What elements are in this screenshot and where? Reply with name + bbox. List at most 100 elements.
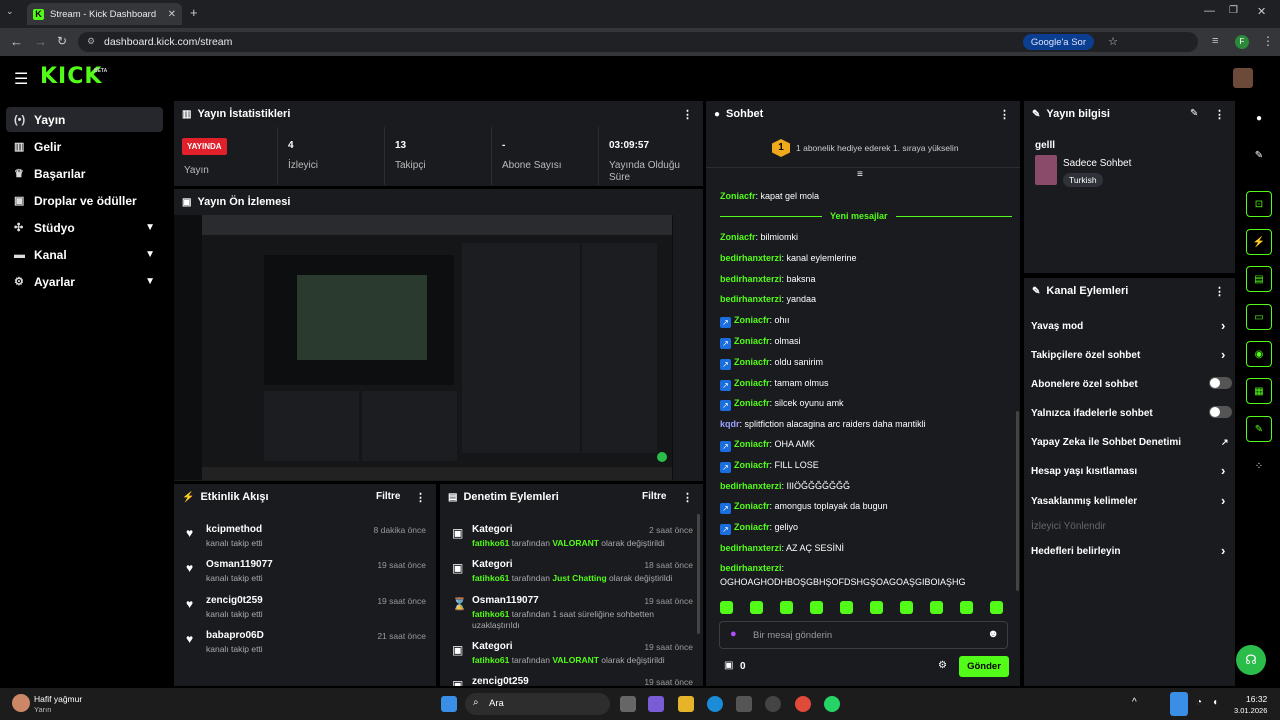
toggle-switch[interactable] — [1209, 406, 1232, 418]
gift-icon[interactable]: ▣ — [724, 660, 733, 671]
activity-user[interactable]: babapro06D — [206, 630, 264, 641]
chat-username[interactable]: Zoniacfr — [734, 398, 770, 408]
sidebar-item-gelir[interactable]: ▥ Gelir — [6, 134, 163, 159]
chat-username[interactable]: bedirhanxterzi — [720, 294, 782, 304]
sidebar-item-yayin[interactable]: (•) Yayın — [6, 107, 163, 132]
scrollbar[interactable] — [697, 514, 700, 634]
whatsapp-icon[interactable] — [824, 696, 840, 712]
emote-icon[interactable] — [930, 601, 943, 614]
send-button[interactable]: Gönder — [959, 656, 1009, 677]
activity-user[interactable]: zencig0t259 — [206, 595, 263, 606]
chat-username[interactable]: Zoniacfr — [734, 315, 770, 325]
minimize-icon[interactable]: — — [1204, 5, 1215, 17]
site-info-icon[interactable]: ⚙ — [87, 36, 95, 47]
new-tab-icon[interactable]: + — [190, 5, 198, 20]
wrench-icon[interactable]: ✎ — [1246, 416, 1272, 442]
emoji-icon[interactable]: ☻ — [987, 628, 999, 640]
taskbar-search[interactable]: ⌕ Ara — [465, 693, 610, 715]
action-banned-words[interactable]: Yasaklanmış kelimeler › — [1031, 493, 1231, 508]
emote-icon[interactable] — [960, 601, 973, 614]
chat-username[interactable]: bedirhanxterzi — [720, 481, 782, 491]
wifi-icon[interactable]: ◔ — [1196, 697, 1202, 708]
sidebar-item-basarilar[interactable]: ♛ Başarılar — [6, 161, 163, 186]
chat-username[interactable]: Zoniacfr — [734, 378, 770, 388]
tab-search-icon[interactable]: ⌄ — [6, 6, 14, 17]
action-followers-only[interactable]: Takipçilere özel sohbet › — [1031, 347, 1231, 362]
chat-username[interactable]: kqdr — [720, 419, 740, 429]
more-options-icon[interactable]: ⋮ — [1214, 285, 1225, 298]
moderation-filter-button[interactable]: Filtre — [642, 491, 666, 502]
chat-settings-icon[interactable]: ⚙ — [938, 660, 947, 671]
more-options-icon[interactable]: ⋮ — [999, 108, 1010, 121]
chrome-icon[interactable] — [795, 696, 811, 712]
edge-icon[interactable] — [707, 696, 723, 712]
live-icon[interactable]: ◉ — [1246, 341, 1272, 367]
mic-icon[interactable]: ● — [730, 628, 737, 640]
layout-icon[interactable]: ▦ — [1246, 378, 1272, 404]
sidebar-item-droplar[interactable]: ▣ Droplar ve ödüller — [6, 188, 163, 213]
moderation-actor[interactable]: fatihko61 — [472, 609, 509, 619]
emote-icon[interactable] — [870, 601, 883, 614]
moderation-target[interactable]: Kategori — [472, 559, 513, 570]
clip-icon[interactable]: ⊡ — [1246, 191, 1272, 217]
hamburger-menu-icon[interactable]: ☰ — [14, 69, 28, 89]
lightning-icon[interactable]: ⚡ — [1246, 229, 1272, 255]
widgets-icon[interactable] — [648, 696, 664, 712]
edit-icon[interactable]: ✎ — [1190, 108, 1198, 119]
sidebar-item-kanal[interactable]: ▬ Kanal ▼ — [6, 242, 163, 267]
category-name[interactable]: Sadece Sohbet — [1063, 158, 1131, 169]
volume-icon[interactable]: ◖ — [1212, 697, 1218, 708]
sidebar-item-ayarlar[interactable]: ⚙ Ayarlar ▼ — [6, 269, 163, 294]
activity-filter-button[interactable]: Filtre — [376, 491, 400, 502]
chat-username[interactable]: Zoniacfr — [720, 191, 756, 201]
action-slow-mode[interactable]: Yavaş mod › — [1031, 318, 1231, 333]
chat-input[interactable]: ● Bir mesaj gönderin ☻ — [719, 621, 1008, 649]
tray-chevron-icon[interactable]: ^ — [1132, 697, 1137, 708]
close-window-icon[interactable]: ✕ — [1257, 5, 1266, 18]
chat-scrollbar[interactable] — [1016, 411, 1019, 591]
action-ai-moderation[interactable]: Yapay Zeka ile Sohbet Denetimi ↗ — [1031, 437, 1231, 448]
emote-icon[interactable] — [990, 601, 1003, 614]
back-icon[interactable]: ← — [10, 34, 23, 49]
chat-username[interactable]: Zoniacfr — [734, 336, 770, 346]
weather-text[interactable]: Hafif yağmur — [34, 694, 82, 704]
file-explorer-icon[interactable] — [678, 696, 694, 712]
bookmark-star-icon[interactable]: ☆ — [1108, 35, 1118, 48]
profile-avatar[interactable]: F — [1235, 35, 1249, 49]
clock-date[interactable]: 3.01.2026 — [1234, 706, 1267, 715]
pin-expand-icon[interactable]: ≡ — [857, 169, 863, 180]
browser-tab[interactable]: K Stream - Kick Dashboard ✕ — [27, 3, 182, 25]
user-avatar[interactable] — [1233, 68, 1253, 88]
chat-username[interactable]: Zoniacfr — [734, 522, 770, 532]
forward-icon[interactable]: → — [34, 34, 47, 49]
action-account-age[interactable]: Hesap yaşı kısıtlaması › — [1031, 463, 1231, 478]
moderation-actor[interactable]: fatihko61 — [472, 573, 509, 583]
google-ask-chip[interactable]: Google'a Sor — [1022, 34, 1094, 50]
info-icon[interactable]: ● — [1246, 105, 1272, 131]
maximize-icon[interactable]: ❐ — [1229, 5, 1238, 16]
edit-icon[interactable]: ✎ — [1246, 142, 1272, 168]
reload-icon[interactable]: ↻ — [57, 34, 67, 48]
document-icon[interactable]: ▤ — [1246, 266, 1272, 292]
toggle-switch[interactable] — [1209, 377, 1232, 389]
emote-icon[interactable] — [900, 601, 913, 614]
emote-icon[interactable] — [750, 601, 763, 614]
emote-icon[interactable] — [720, 601, 733, 614]
more-options-icon[interactable]: ⋮ — [682, 491, 693, 504]
chat-username[interactable]: Zoniacfr — [734, 460, 770, 470]
steam-icon[interactable] — [765, 696, 781, 712]
moderation-target[interactable]: Kategori — [472, 641, 513, 652]
chat-username[interactable]: bedirhanxterzi — [720, 563, 782, 573]
moderation-target[interactable]: Kategori — [472, 524, 513, 535]
moderation-actor[interactable]: fatihko61 — [472, 538, 509, 548]
clock-time[interactable]: 16:32 — [1246, 694, 1267, 704]
chat-username[interactable]: Zoniacfr — [734, 439, 770, 449]
action-set-goals[interactable]: Hedefleri belirleyin › — [1031, 543, 1231, 558]
moderation-target[interactable]: Osman119077 — [472, 595, 539, 606]
chat-username[interactable]: bedirhanxterzi — [720, 253, 782, 263]
address-bar[interactable]: ⚙ dashboard.kick.com/stream Google'a Sor… — [78, 32, 1198, 52]
store-icon[interactable] — [736, 696, 752, 712]
apps-icon[interactable]: ⁘ — [1246, 453, 1272, 479]
emote-icon[interactable] — [780, 601, 793, 614]
chat-username[interactable]: bedirhanxterzi — [720, 543, 782, 553]
